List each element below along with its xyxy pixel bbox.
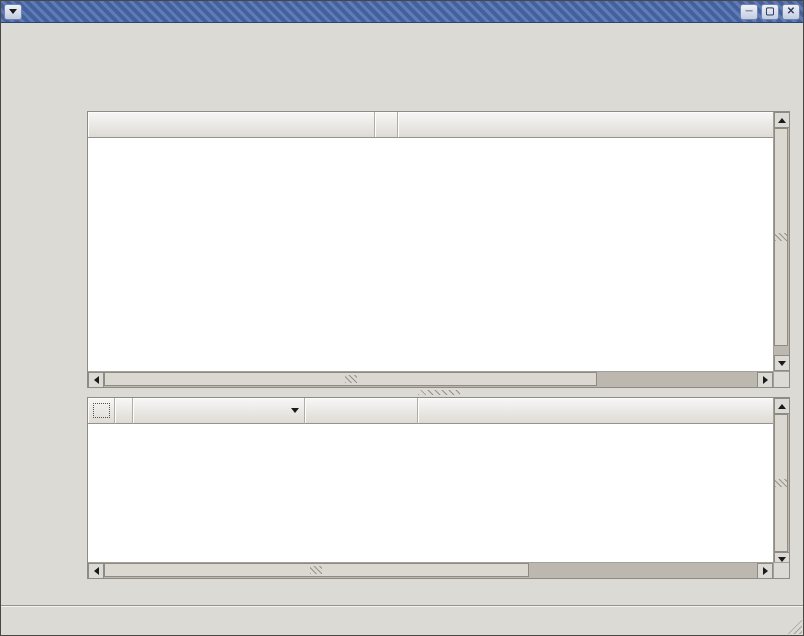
column-header-flag[interactable] (375, 112, 398, 138)
packages-vertical-scrollbar[interactable] (773, 398, 789, 562)
arrow-right-icon (763, 376, 768, 384)
column-header-select[interactable] (88, 398, 115, 424)
scroll-left-button[interactable] (88, 372, 104, 388)
page-header (87, 49, 790, 111)
column-header-status[interactable] (115, 398, 133, 424)
arrow-up-icon (778, 404, 786, 409)
column-header-description[interactable] (398, 112, 773, 138)
sort-descending-icon (291, 408, 299, 413)
scroll-up-button[interactable] (774, 398, 790, 414)
arrow-down-icon (778, 361, 786, 366)
window-controls: ─ ▢ ✕ (740, 4, 800, 20)
packages-table-header (88, 398, 773, 424)
app-window: ─ ▢ ✕ (0, 0, 804, 636)
arrow-up-icon (778, 118, 786, 123)
scroll-up-button[interactable] (774, 112, 790, 128)
content (1, 49, 803, 605)
packages-table (87, 397, 790, 579)
scrollbar-thumb[interactable] (104, 372, 597, 386)
groups-rows (88, 138, 773, 371)
column-header-package[interactable] (133, 398, 305, 424)
scrollbar-corner (773, 371, 789, 387)
package-type-tabs (87, 579, 790, 605)
sidebar (1, 49, 86, 605)
window-menu-button[interactable] (4, 4, 22, 20)
packages-horizontal-scrollbar[interactable] (88, 562, 773, 578)
packages-table-area (88, 398, 773, 562)
groups-horizontal-scrollbar[interactable] (88, 371, 773, 387)
groups-table (87, 111, 790, 388)
splitter-grip-icon (418, 390, 460, 395)
column-header-summary[interactable] (418, 398, 773, 424)
titlebar[interactable]: ─ ▢ ✕ (1, 1, 803, 23)
arrow-left-icon (94, 567, 99, 575)
groups-vertical-scrollbar[interactable] (773, 112, 789, 371)
scrollbar-thumb[interactable] (774, 128, 788, 346)
maximize-button[interactable]: ▢ (761, 4, 779, 20)
statusbar (1, 605, 803, 635)
packages-rows (88, 424, 773, 562)
column-header-ver[interactable] (305, 398, 418, 424)
scroll-left-button[interactable] (88, 563, 104, 579)
scrollbar-trough[interactable] (597, 372, 757, 387)
scroll-down-button[interactable] (774, 355, 790, 371)
scrollbar-thumb[interactable] (104, 563, 529, 577)
scroll-right-button[interactable] (757, 563, 773, 579)
scrollbar-trough[interactable] (529, 563, 757, 578)
resize-grip[interactable] (787, 619, 802, 634)
arrow-left-icon (94, 376, 99, 384)
scroll-right-button[interactable] (757, 372, 773, 388)
arrow-right-icon (763, 567, 768, 575)
focus-rectangle (93, 403, 110, 418)
chevron-down-icon (9, 9, 17, 14)
column-header-categories[interactable] (88, 112, 375, 138)
scrollbar-trough[interactable] (774, 346, 789, 355)
main-panel (86, 49, 803, 605)
menubar (1, 23, 803, 49)
scrollbar-corner (773, 562, 789, 578)
scrollbar-thumb[interactable] (774, 414, 788, 552)
pane-splitter[interactable] (87, 388, 790, 397)
groups-table-header (88, 112, 773, 138)
groups-table-area (88, 112, 773, 371)
close-button[interactable]: ✕ (782, 4, 800, 20)
minimize-button[interactable]: ─ (740, 4, 758, 20)
